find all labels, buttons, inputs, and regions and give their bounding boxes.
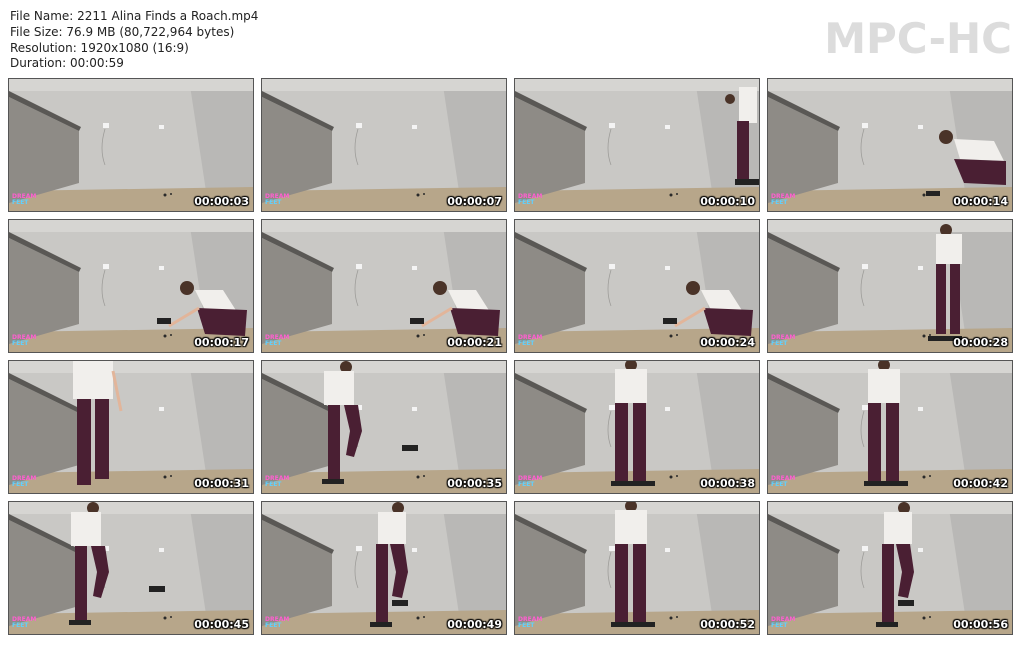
watermark-logo: DREAM FEET <box>12 334 37 347</box>
video-frame <box>515 502 759 634</box>
timestamp: 00:00:03 <box>194 195 249 208</box>
timestamp: 00:00:21 <box>447 336 502 349</box>
video-frame <box>262 361 506 493</box>
video-frame <box>9 502 253 634</box>
thumbnail: DREAM FEET 00:00:31 <box>8 360 254 494</box>
timestamp: 00:00:31 <box>194 477 249 490</box>
thumbnail: DREAM FEET 00:00:52 <box>514 501 760 635</box>
video-frame <box>9 220 253 352</box>
watermark-logo: DREAM FEET <box>12 193 37 206</box>
file-size-line: File Size: 76.9 MB (80,722,964 bytes) <box>10 24 235 39</box>
video-frame <box>768 502 1012 634</box>
video-frame <box>768 361 1012 493</box>
watermark-logo: DREAM FEET <box>12 475 37 488</box>
thumbnail: DREAM FEET 00:00:17 <box>8 219 254 353</box>
thumbnail: DREAM FEET 00:00:21 <box>261 219 507 353</box>
video-frame <box>515 79 759 211</box>
watermark-logo: DREAM FEET <box>518 475 543 488</box>
thumbnail: DREAM FEET 00:00:14 <box>767 78 1013 212</box>
timestamp: 00:00:45 <box>194 618 249 631</box>
thumbnail: DREAM FEET 00:00:35 <box>261 360 507 494</box>
duration-line: Duration: 00:00:59 <box>10 56 124 71</box>
watermark-logo: DREAM FEET <box>12 616 37 629</box>
watermark-logo: DREAM FEET <box>518 616 543 629</box>
timestamp: 00:00:35 <box>447 477 502 490</box>
video-frame <box>515 361 759 493</box>
thumbnail: DREAM FEET 00:00:10 <box>514 78 760 212</box>
video-frame <box>262 79 506 211</box>
video-frame <box>768 79 1012 211</box>
watermark-logo: DREAM FEET <box>518 193 543 206</box>
timestamp: 00:00:10 <box>700 195 755 208</box>
mpc-hc-logo: MPC-HC <box>824 14 1012 63</box>
watermark-logo: DREAM FEET <box>265 193 290 206</box>
timestamp: 00:00:38 <box>700 477 755 490</box>
watermark-logo: DREAM FEET <box>265 334 290 347</box>
video-frame <box>9 361 253 493</box>
file-name-line: File Name: 2211 Alina Finds a Roach.mp4 <box>10 9 259 23</box>
thumbnail: DREAM FEET 00:00:42 <box>767 360 1013 494</box>
video-frame <box>515 220 759 352</box>
watermark-logo: DREAM FEET <box>265 475 290 488</box>
timestamp: 00:00:14 <box>953 195 1008 208</box>
thumbnail: DREAM FEET 00:00:07 <box>261 78 507 212</box>
watermark-logo: DREAM FEET <box>771 616 796 629</box>
thumbnail: DREAM FEET 00:00:38 <box>514 360 760 494</box>
timestamp: 00:00:07 <box>447 195 502 208</box>
watermark-logo: DREAM FEET <box>771 334 796 347</box>
file-info: File Name: 2211 Alina Finds a Roach.mp4 … <box>10 9 258 72</box>
thumbnail: DREAM FEET 00:00:24 <box>514 219 760 353</box>
timestamp: 00:00:52 <box>700 618 755 631</box>
thumbnail-grid: DREAM FEET 00:00:03 DREAM FEET 00:00:07 DREA… <box>8 78 1013 635</box>
timestamp: 00:00:17 <box>194 336 249 349</box>
timestamp: 00:00:28 <box>953 336 1008 349</box>
video-frame <box>768 220 1012 352</box>
timestamp: 00:00:49 <box>447 618 502 631</box>
watermark-logo: DREAM FEET <box>771 193 796 206</box>
thumbnail: DREAM FEET 00:00:49 <box>261 501 507 635</box>
video-frame <box>262 502 506 634</box>
resolution-line: Resolution: 1920x1080 (16:9) <box>10 40 189 55</box>
timestamp: 00:00:24 <box>700 336 755 349</box>
watermark-logo: DREAM FEET <box>771 475 796 488</box>
timestamp: 00:00:42 <box>953 477 1008 490</box>
thumbnail: DREAM FEET 00:00:56 <box>767 501 1013 635</box>
watermark-logo: DREAM FEET <box>265 616 290 629</box>
thumbnail: DREAM FEET 00:00:45 <box>8 501 254 635</box>
thumbnail: DREAM FEET 00:00:03 <box>8 78 254 212</box>
thumbnail: DREAM FEET 00:00:28 <box>767 219 1013 353</box>
video-frame <box>262 220 506 352</box>
timestamp: 00:00:56 <box>953 618 1008 631</box>
watermark-logo: DREAM FEET <box>518 334 543 347</box>
video-frame <box>9 79 253 211</box>
